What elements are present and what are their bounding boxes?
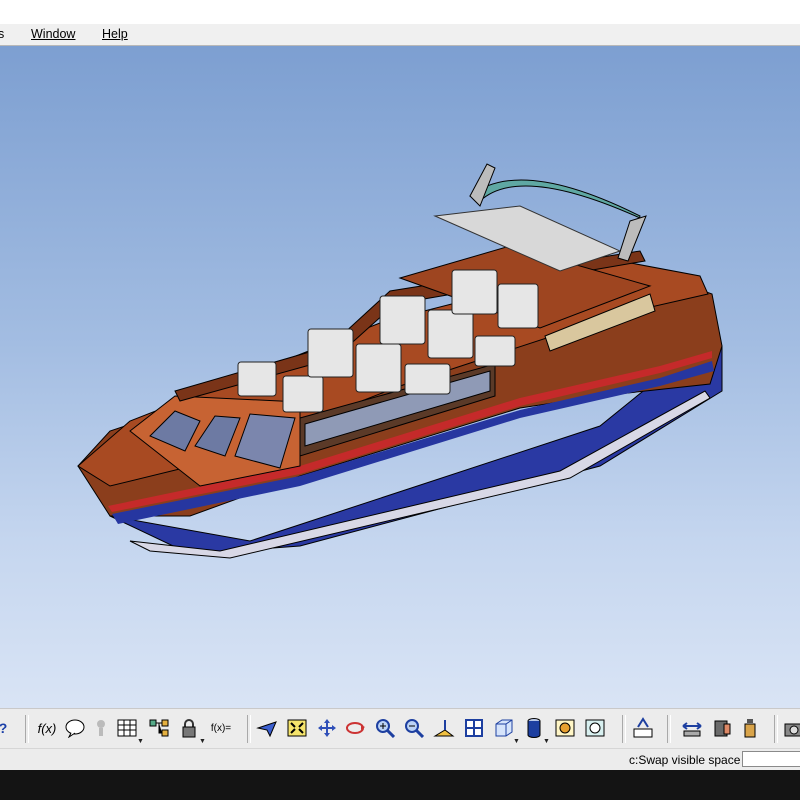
command-input[interactable] xyxy=(742,751,800,767)
os-taskbar xyxy=(0,770,800,800)
window-menu-label: Window xyxy=(31,27,76,41)
zoom-in-icon[interactable] xyxy=(374,717,396,739)
apply-material-icon[interactable] xyxy=(711,717,733,739)
toolbar: ? f(x) ▼ ▼ f(x)= ▼ xyxy=(0,708,800,749)
formula-label: f(x) xyxy=(37,720,57,736)
help-menu-label: Help xyxy=(102,27,128,41)
camera-icon[interactable] xyxy=(783,717,800,739)
table-dropdown-icon[interactable]: ▼ xyxy=(137,738,144,745)
status-bar: c:Swap visible space xyxy=(0,748,800,771)
toolbar-separator xyxy=(667,715,671,743)
status-message: c:Swap visible space xyxy=(629,753,741,767)
hide-show-icon[interactable] xyxy=(554,717,576,739)
swap-space-icon[interactable] xyxy=(584,717,606,739)
toolbar-separator xyxy=(622,715,626,743)
parameters-icon[interactable]: f(x)= xyxy=(207,717,235,739)
3d-viewport[interactable] xyxy=(0,46,800,708)
bottle-icon[interactable] xyxy=(739,717,761,739)
view-dropdown-icon[interactable]: ▼ xyxy=(513,738,520,745)
boat-model[interactable] xyxy=(0,46,800,708)
tree-icon[interactable] xyxy=(148,717,170,739)
title-strip xyxy=(0,0,800,24)
help-icon[interactable]: ? xyxy=(0,717,14,739)
shading-icon[interactable] xyxy=(523,717,545,739)
pan-icon[interactable] xyxy=(316,717,338,739)
menu-bar: s Window Help xyxy=(0,24,800,46)
svg-text:?: ? xyxy=(0,720,7,736)
formula-icon[interactable]: f(x) xyxy=(33,717,61,739)
table-icon[interactable] xyxy=(116,717,138,739)
toolbar-separator xyxy=(25,715,29,743)
fly-mode-icon[interactable] xyxy=(256,717,278,739)
parameters-label: f(x)= xyxy=(210,722,232,734)
knowledge-icon[interactable] xyxy=(90,717,112,739)
tools-menu-partial[interactable]: s xyxy=(0,27,4,41)
lock-dropdown-icon[interactable]: ▼ xyxy=(199,738,206,745)
fit-all-icon[interactable] xyxy=(286,717,308,739)
toolbar-separator xyxy=(247,715,251,743)
distance-icon[interactable] xyxy=(681,717,703,739)
help-menu[interactable]: Help xyxy=(102,27,128,41)
comment-icon[interactable] xyxy=(64,717,86,739)
window-menu[interactable]: Window xyxy=(31,27,75,41)
normal-view-icon[interactable] xyxy=(433,717,455,739)
multi-view-icon[interactable] xyxy=(463,717,485,739)
iso-view-icon[interactable] xyxy=(493,717,515,739)
rotate-icon[interactable] xyxy=(344,717,366,739)
measure-icon[interactable] xyxy=(632,717,654,739)
toolbar-separator xyxy=(774,715,778,743)
lock-icon[interactable] xyxy=(178,717,200,739)
zoom-out-icon[interactable] xyxy=(403,717,425,739)
shading-dropdown-icon[interactable]: ▼ xyxy=(543,738,550,745)
